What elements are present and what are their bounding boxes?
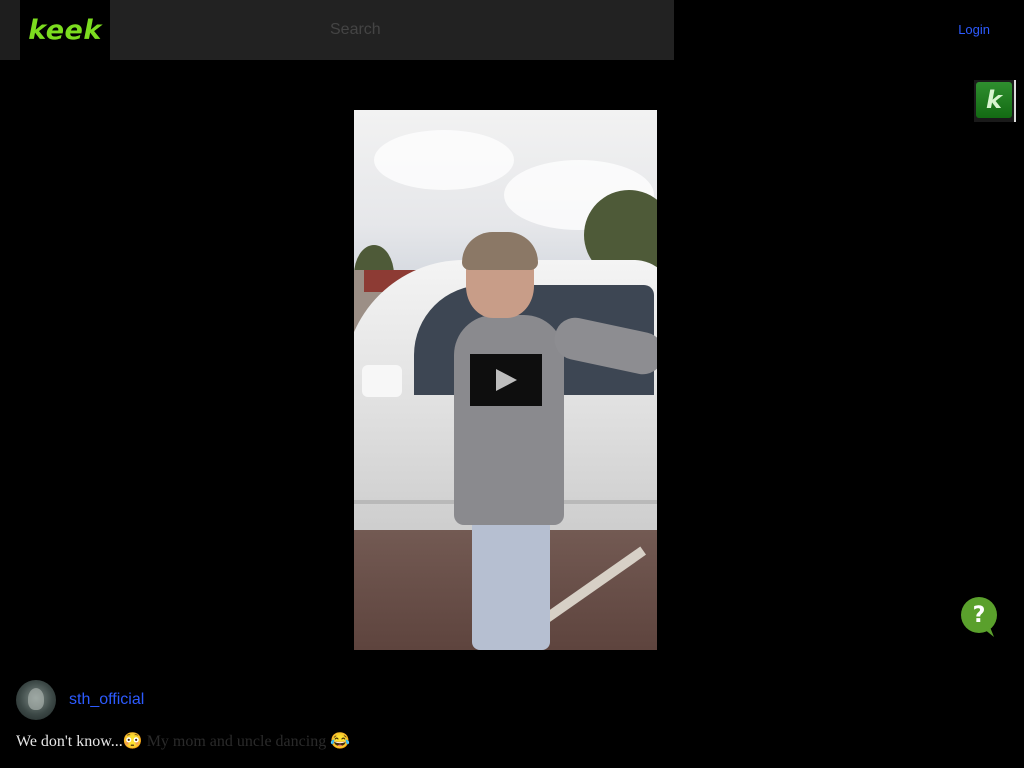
help-bubble-icon: ? xyxy=(961,597,997,637)
search-input[interactable] xyxy=(110,0,674,60)
video-person-hoodie xyxy=(454,315,564,525)
keek-page: keek Login k xyxy=(0,0,1024,768)
video-person-beanie xyxy=(462,232,538,270)
keek-badge[interactable]: k xyxy=(974,80,1016,122)
keek-k-icon: k xyxy=(976,82,1012,118)
login-link[interactable]: Login xyxy=(958,22,990,37)
play-icon xyxy=(496,369,517,391)
video-cloud xyxy=(374,130,514,190)
keek-logo[interactable]: keek xyxy=(20,0,110,60)
video-car-mirror xyxy=(362,365,402,397)
video-person-legs xyxy=(472,515,550,650)
search-bar xyxy=(110,0,674,60)
post-caption: We don't know...😳 My mom and uncle danci… xyxy=(16,731,350,751)
username-link[interactable]: sth_official xyxy=(69,691,144,709)
avatar[interactable] xyxy=(16,680,56,720)
help-icon[interactable]: ? xyxy=(960,597,998,637)
avatar-figure xyxy=(28,688,44,710)
svg-text:?: ? xyxy=(973,603,986,628)
play-button[interactable] xyxy=(470,354,542,406)
caption-rest-text: 😳 My mom and uncle dancing 😂 xyxy=(122,733,351,750)
video-player[interactable] xyxy=(354,110,657,650)
header-left-edge xyxy=(0,0,20,60)
caption-main-text: We don't know... xyxy=(16,733,123,750)
